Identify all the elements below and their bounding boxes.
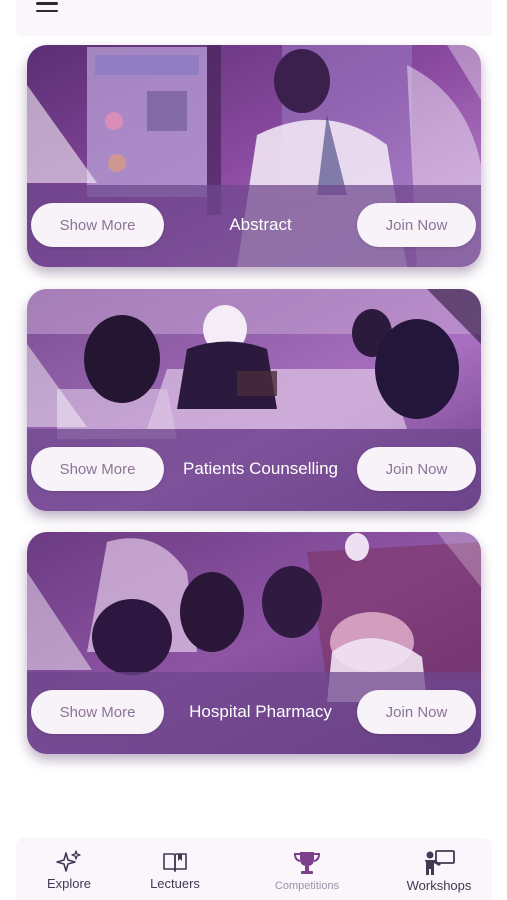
hamburger-menu-icon[interactable] xyxy=(36,0,58,16)
trophy-icon xyxy=(293,852,321,874)
join-now-button[interactable]: Join Now xyxy=(357,447,476,491)
nav-label: Competitions xyxy=(274,880,340,892)
workshop-card-patients-counselling: Show More Patients Counselling Join Now xyxy=(27,289,481,511)
workshop-card-abstract: Show More Abstract Join Now xyxy=(27,45,481,267)
show-more-button[interactable]: Show More xyxy=(31,203,164,247)
join-now-button[interactable]: Join Now xyxy=(357,203,476,247)
bottom-nav: Explore Lectuers Competitions Workshops xyxy=(16,838,492,900)
nav-item-workshops[interactable]: Workshops xyxy=(402,838,476,900)
show-more-button[interactable]: Show More xyxy=(31,690,164,734)
nav-label: Lectuers xyxy=(150,876,200,891)
nav-item-competitions[interactable]: Competitions xyxy=(268,838,346,900)
card-title: Patients Counselling xyxy=(183,459,338,478)
top-bar xyxy=(16,0,492,36)
nav-label: Explore xyxy=(46,876,92,891)
sparkles-icon xyxy=(56,850,81,872)
nav-item-lectures[interactable]: Lectuers xyxy=(144,838,206,900)
presenter-icon xyxy=(425,850,455,875)
book-icon xyxy=(163,853,187,872)
card-title: Abstract xyxy=(229,215,292,234)
card-title: Hospital Pharmacy xyxy=(189,702,332,721)
nav-item-explore[interactable]: Explore xyxy=(42,838,96,900)
show-more-button[interactable]: Show More xyxy=(31,447,164,491)
join-now-button[interactable]: Join Now xyxy=(357,690,476,734)
nav-label: Workshops xyxy=(406,878,472,893)
workshop-card-hospital-pharmacy: Show More Hospital Pharmacy Join Now xyxy=(27,532,481,754)
